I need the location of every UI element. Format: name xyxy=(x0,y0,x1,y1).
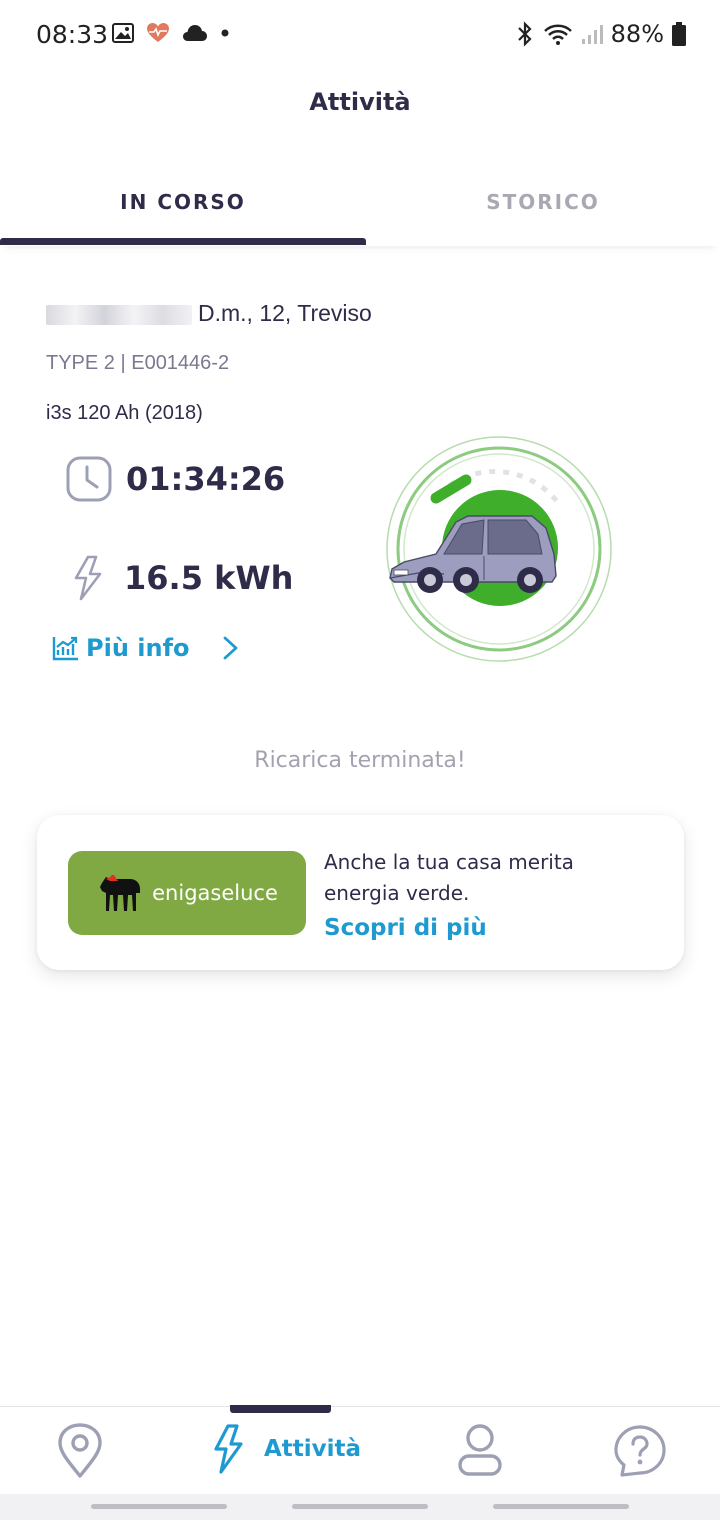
help-icon xyxy=(614,1425,666,1477)
charge-duration: 01:34:26 xyxy=(126,460,286,498)
six-legged-dog-icon xyxy=(100,875,141,911)
charging-status-message: Ricarica terminata! xyxy=(254,748,466,773)
nav-activity[interactable]: Attività xyxy=(208,1423,361,1475)
status-time: 08:33 xyxy=(36,20,109,49)
more-info-label: Più info xyxy=(86,634,190,662)
battery-percent: 88% xyxy=(610,20,664,48)
station-address: D.m., 12, Treviso xyxy=(46,300,372,327)
charging-car-illustration xyxy=(386,436,612,662)
chart-trend-icon xyxy=(52,636,78,661)
signal-icon xyxy=(581,25,603,44)
tab-active-indicator xyxy=(0,238,366,245)
tab-in-progress[interactable]: IN CORSO xyxy=(0,190,366,214)
nav-activity-label: Attività xyxy=(264,1436,362,1462)
address-text: D.m., 12, Treviso xyxy=(198,300,372,326)
promo-description: Anche la tua casa merita energia verde. xyxy=(324,850,574,905)
promo-card[interactable]: enigaseluce Anche la tua casa merita ene… xyxy=(37,815,684,970)
gesture-handle xyxy=(292,1504,428,1509)
chevron-right-icon[interactable] xyxy=(220,634,242,662)
clock-icon xyxy=(66,456,112,502)
status-bar: 08:33 88% xyxy=(0,0,720,70)
image-icon xyxy=(112,23,134,43)
dot-icon xyxy=(221,29,229,37)
health-heart-icon xyxy=(147,23,169,42)
duration-row: 01:34:26 xyxy=(66,456,285,502)
nav-help[interactable] xyxy=(612,1423,668,1479)
nav-active-indicator xyxy=(230,1405,331,1413)
address-redacted xyxy=(46,304,192,325)
discover-more-link[interactable]: Scopri di più xyxy=(324,915,487,941)
promo-logo-text: enigaseluce xyxy=(152,881,278,905)
vehicle-model: i3s 120 Ah (2018) xyxy=(46,402,203,424)
system-gesture-bar xyxy=(0,1494,720,1520)
nav-profile[interactable] xyxy=(456,1423,504,1477)
connector-info: TYPE 2 | E001446-2 xyxy=(46,352,230,374)
map-pin-icon xyxy=(58,1423,102,1478)
gesture-handle xyxy=(493,1504,629,1509)
enigaseluce-logo: enigaseluce xyxy=(68,851,306,935)
bluetooth-icon xyxy=(517,21,532,47)
energy-delivered: 16.5 kWh xyxy=(124,559,294,597)
notification-icons xyxy=(112,22,230,44)
tab-bar: IN CORSO STORICO xyxy=(0,168,720,246)
nav-map[interactable] xyxy=(56,1423,104,1479)
user-icon xyxy=(458,1424,502,1476)
more-info-link[interactable]: Più info xyxy=(52,634,190,662)
battery-icon xyxy=(672,22,686,46)
gesture-handle xyxy=(91,1504,227,1509)
status-indicators: 88% xyxy=(515,20,686,48)
page-title: Attività xyxy=(309,88,411,116)
cloud-icon xyxy=(183,25,207,41)
energy-row: 16.5 kWh xyxy=(66,554,293,602)
wifi-icon xyxy=(543,24,572,45)
bottom-navigation: Attività xyxy=(0,1405,720,1494)
tab-history[interactable]: STORICO xyxy=(362,190,720,214)
lightning-icon xyxy=(214,1424,243,1474)
lightning-icon xyxy=(74,555,102,601)
